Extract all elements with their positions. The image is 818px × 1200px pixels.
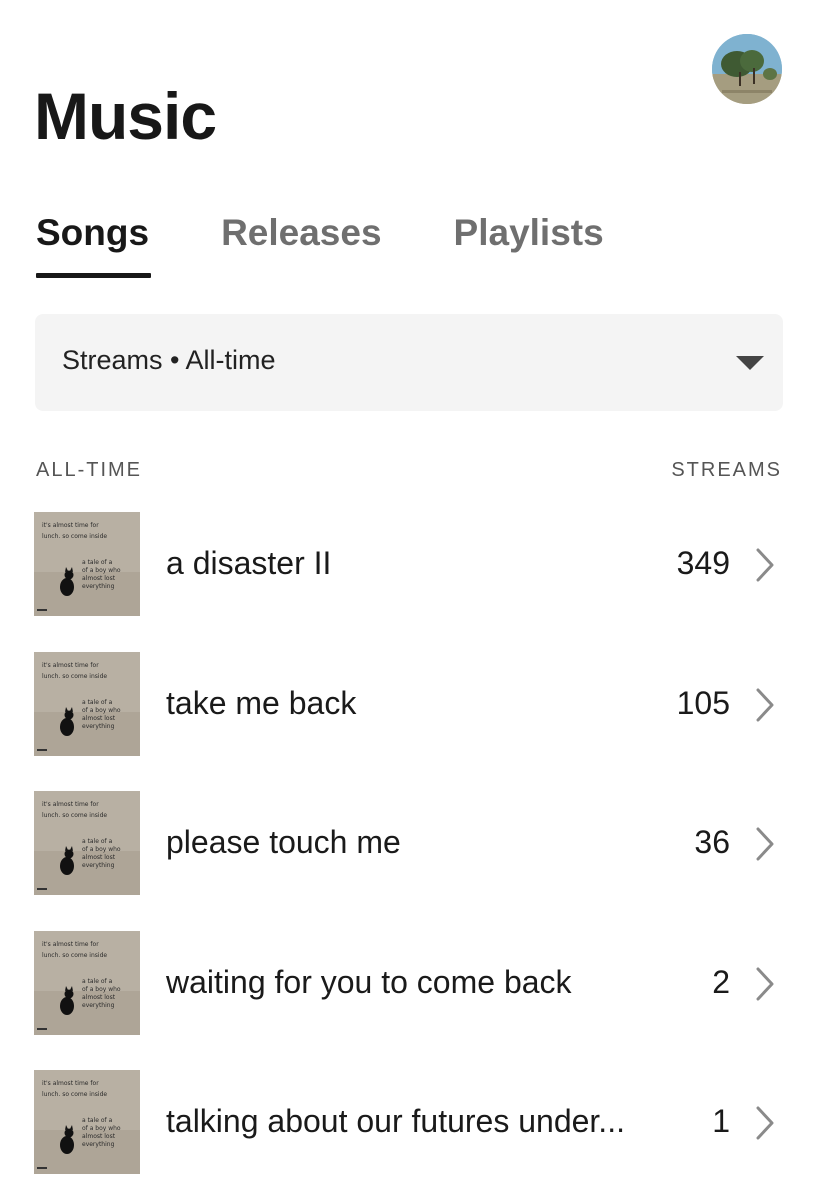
chevron-right-icon [754,965,776,1003]
tab-releases[interactable]: Releases [221,212,381,278]
song-row[interactable]: it's almost time for lunch. so come insi… [34,512,784,618]
tab-bar: Songs Releases Playlists [36,212,604,278]
svg-text:lunch. so come inside: lunch. so come inside [42,1091,107,1098]
song-row[interactable]: it's almost time for lunch. so come insi… [34,791,784,897]
filter-selected-value: Streams • All-time [62,345,276,375]
svg-text:of a boy who: of a boy who [82,1125,121,1132]
svg-text:a tale of a: a tale of a [82,559,113,566]
svg-text:lunch. so come inside: lunch. so come inside [42,533,107,540]
song-title: please touch me [166,824,401,860]
svg-text:almost lost: almost lost [82,715,116,722]
stream-count: 36 [694,824,730,860]
svg-text:a tale of a: a tale of a [82,978,113,985]
list-period-heading: ALL-TIME [36,459,143,481]
svg-text:lunch. so come inside: lunch. so come inside [42,812,107,819]
stream-count: 105 [676,684,730,721]
svg-text:of a boy who: of a boy who [82,846,121,853]
avatar[interactable] [712,34,782,104]
svg-text:everything: everything [82,862,115,869]
svg-text:everything: everything [82,583,115,590]
svg-text:almost lost: almost lost [82,994,116,1001]
song-row[interactable]: it's almost time for lunch. so come insi… [34,651,784,758]
stats-filter-dropdown[interactable]: Streams • All-time [35,314,783,411]
svg-text:everything: everything [82,1002,115,1009]
svg-text:it's almost time for: it's almost time for [42,801,99,808]
song-row[interactable]: it's almost time for lunch. so come insi… [34,1070,784,1176]
svg-text:it's almost time for: it's almost time for [42,941,99,948]
svg-text:of a boy who: of a boy who [82,707,121,714]
svg-text:it's almost time for: it's almost time for [42,1080,99,1087]
svg-text:a tale of a: a tale of a [82,699,113,706]
list-streams-heading: STREAMS [671,459,782,481]
stream-count: 1 [712,1103,730,1139]
stream-count: 2 [712,963,730,1000]
chevron-right-icon [754,546,776,584]
page-title: Music [34,79,217,153]
stream-count: 349 [676,545,730,581]
svg-text:almost lost: almost lost [82,575,116,582]
tab-playlists[interactable]: Playlists [454,212,604,278]
profile-photo-icon [712,34,782,104]
song-title: waiting for you to come back [166,963,572,1000]
album-cover-icon: it's almost time for lunch. so come insi… [34,1070,140,1174]
svg-text:of a boy who: of a boy who [82,567,121,574]
song-row[interactable]: it's almost time for lunch. so come insi… [34,930,784,1037]
svg-text:a tale of a: a tale of a [82,838,113,845]
caret-down-icon [736,356,764,370]
svg-text:it's almost time for: it's almost time for [42,662,99,669]
song-title: a disaster II [166,545,332,581]
chevron-right-icon [754,1104,776,1142]
album-cover-icon: it's almost time for lunch. so come insi… [34,791,140,895]
svg-text:of a boy who: of a boy who [82,986,121,993]
svg-text:it's almost time for: it's almost time for [42,522,99,529]
chevron-right-icon [754,825,776,863]
song-title: take me back [166,684,357,721]
svg-text:everything: everything [82,1141,115,1148]
svg-text:lunch. so come inside: lunch. so come inside [42,952,107,959]
svg-text:lunch. so come inside: lunch. so come inside [42,673,107,680]
song-title: talking about our futures under... [166,1103,625,1139]
chevron-right-icon [754,686,776,724]
album-cover-icon: it's almost time for lunch. so come insi… [34,930,140,1035]
album-cover-icon: it's almost time for lunch. so come insi… [34,651,140,756]
svg-text:almost lost: almost lost [82,1133,116,1140]
album-cover-icon: it's almost time for lunch. so come insi… [34,512,140,616]
tab-songs[interactable]: Songs [36,212,152,278]
svg-text:almost lost: almost lost [82,854,116,861]
svg-text:a tale of a: a tale of a [82,1117,113,1124]
svg-text:everything: everything [82,723,115,730]
